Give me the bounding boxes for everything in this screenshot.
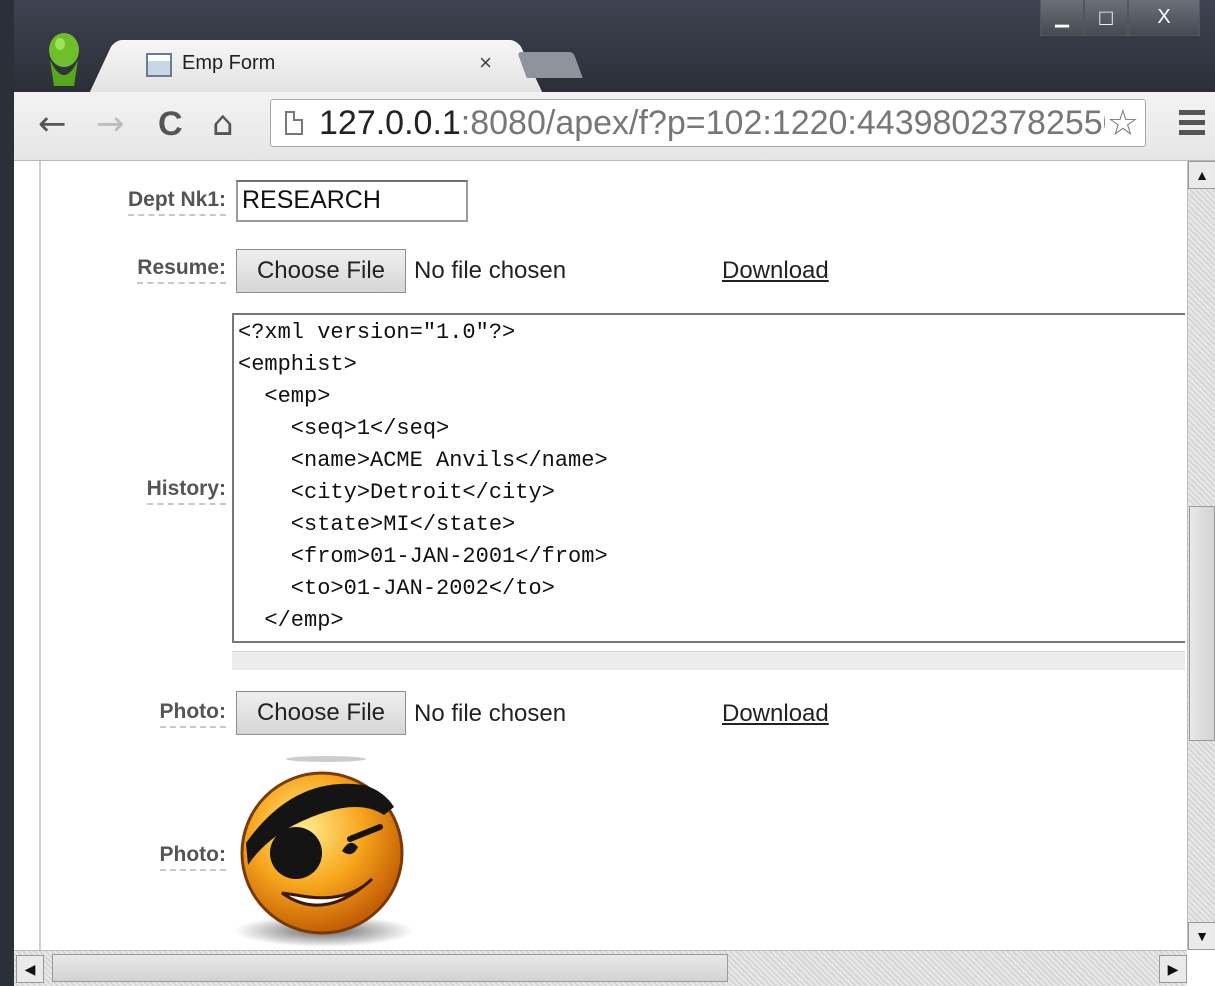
vertical-scroll-thumb[interactable] — [1189, 506, 1215, 741]
photo-download-link[interactable]: Download — [722, 700, 829, 728]
resume-choose-file-button[interactable]: Choose File — [236, 249, 406, 293]
dept-label: Dept Nk1: — [127, 188, 226, 216]
photo-label: Photo: — [159, 700, 226, 728]
back-arrow-icon[interactable]: ← — [38, 106, 67, 142]
tab-title: Emp Form — [182, 52, 276, 74]
browser-window: Emp Form × ▁ □ X ← → C ⌂ 127.0.0.1:8080/… — [0, 0, 1215, 986]
reload-icon[interactable]: C — [158, 106, 183, 142]
page-content: Dept Nk1: RESEARCH Resume: Choose File N… — [14, 161, 1185, 950]
resume-file-status: No file chosen — [414, 257, 567, 284]
home-icon[interactable]: ⌂ — [212, 106, 234, 142]
maximize-button[interactable]: □ — [1084, 0, 1128, 36]
horizontal-scroll-thumb[interactable] — [52, 954, 728, 982]
browser-toolbar: ← → C ⌂ 127.0.0.1:8080/apex/f?p=102:1220… — [14, 92, 1215, 161]
history-xml-text: <?xml version="1.0"?> <emphist> <emp> <s… — [238, 320, 608, 633]
dept-input[interactable]: RESEARCH — [236, 180, 468, 222]
scroll-up-icon[interactable]: ▲ — [1188, 161, 1215, 189]
photo-display-label: Photo: — [159, 843, 226, 871]
page-icon — [285, 111, 303, 135]
resume-label: Resume: — [137, 256, 226, 284]
menu-icon[interactable] — [1179, 110, 1205, 140]
scrollbar-corner — [1187, 950, 1215, 986]
close-tab-icon[interactable]: × — [479, 50, 492, 76]
photo-choose-file-button[interactable]: Choose File — [236, 691, 406, 735]
url-path: :8080/apex/f?p=102:1220:44398023782550 — [460, 104, 1122, 142]
page-favicon-icon — [146, 53, 172, 77]
scroll-right-icon[interactable]: ▶ — [1159, 955, 1187, 983]
photo-file-status: No file chosen — [414, 700, 567, 727]
window-controls: ▁ □ X — [1040, 0, 1200, 38]
minimize-icon: ▁ — [1055, 7, 1069, 27]
profile-avatar-icon[interactable] — [44, 32, 84, 86]
scroll-left-icon[interactable]: ◀ — [16, 955, 44, 983]
url-host: 127.0.0.1 — [319, 104, 461, 142]
title-bar: Emp Form × ▁ □ X — [0, 0, 1215, 986]
history-textarea[interactable]: <?xml version="1.0"?> <emphist> <emp> <s… — [232, 313, 1185, 643]
bookmark-star-icon[interactable]: ☆ — [1104, 102, 1139, 144]
url-text: 127.0.0.1:8080/apex/f?p=102:1220:4439802… — [319, 104, 1122, 143]
textarea-resize-strip[interactable] — [232, 651, 1185, 670]
pirate-smiley-image — [234, 756, 414, 947]
address-bar[interactable]: 127.0.0.1:8080/apex/f?p=102:1220:4439802… — [270, 99, 1146, 147]
forward-arrow-icon[interactable]: → — [96, 106, 125, 142]
maximize-icon: □ — [1099, 4, 1113, 30]
minimize-button[interactable]: ▁ — [1040, 0, 1084, 36]
close-window-icon: X — [1157, 6, 1171, 28]
history-label: History: — [146, 477, 226, 505]
page-border — [39, 161, 41, 950]
tab-emp-form[interactable]: Emp Form × — [118, 40, 514, 92]
vertical-scrollbar[interactable]: ▲ ▼ — [1187, 161, 1215, 950]
resume-download-link[interactable]: Download — [722, 257, 829, 285]
close-window-button[interactable]: X — [1128, 0, 1200, 36]
horizontal-scrollbar[interactable]: ◀ ▶ — [14, 950, 1187, 986]
scroll-down-icon[interactable]: ▼ — [1188, 922, 1215, 950]
new-tab-button[interactable] — [517, 52, 583, 78]
